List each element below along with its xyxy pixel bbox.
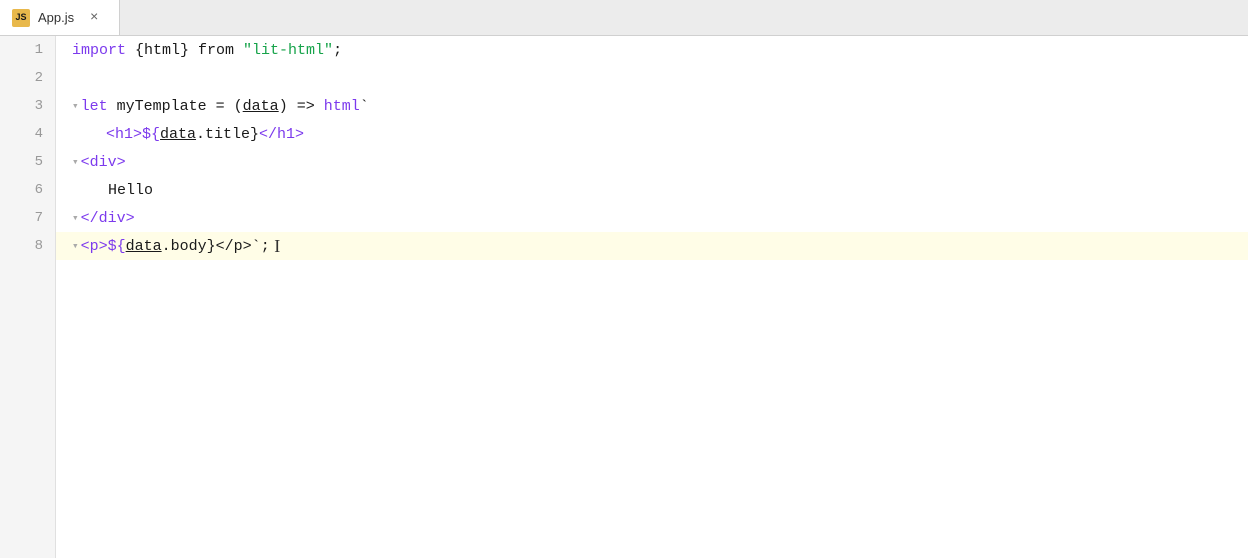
line-number-1: 1 bbox=[0, 36, 55, 64]
token-semi-8: ; bbox=[261, 238, 270, 255]
fold-arrow-3[interactable]: ▾ bbox=[72, 99, 79, 113]
token-p-open: <p>${ bbox=[81, 238, 126, 255]
line-number-4: 4 bbox=[0, 120, 55, 148]
token-div-open: <div> bbox=[81, 154, 126, 171]
token-data-body-ref: data bbox=[126, 238, 162, 255]
token-dot-body: .body}</p>` bbox=[162, 238, 261, 255]
code-line-5: ▾<div> bbox=[56, 148, 1248, 176]
fold-arrow-5[interactable]: ▾ bbox=[72, 155, 79, 169]
line-number-5: 5 bbox=[0, 148, 55, 176]
code-line-2 bbox=[56, 64, 1248, 92]
line-number-6: 6 bbox=[0, 176, 55, 204]
line-numbers-gutter: 1 2 3 4 5 6 7 8 bbox=[0, 36, 56, 558]
token-h1-open: <h1>${ bbox=[88, 126, 160, 143]
token-arrow: ) => bbox=[279, 98, 324, 115]
token-from: from bbox=[198, 42, 243, 59]
tab-close-button[interactable]: × bbox=[86, 10, 102, 26]
line-number-3: 3 bbox=[0, 92, 55, 120]
tab-bar: JS App.js × bbox=[0, 0, 1248, 36]
line-number-7: 7 bbox=[0, 204, 55, 232]
token-data-title-ref: data bbox=[160, 126, 196, 143]
token-semi-1: ; bbox=[333, 42, 342, 59]
code-line-7: ▾</div> bbox=[56, 204, 1248, 232]
code-line-4: <h1>${data.title}</h1> bbox=[56, 120, 1248, 148]
token-h1-close: </h1> bbox=[259, 126, 304, 143]
token-mytemplate: myTemplate = ( bbox=[117, 98, 243, 115]
js-icon-label: JS bbox=[15, 13, 26, 22]
editor-container: JS App.js × 1 2 3 4 5 6 7 8 import {html… bbox=[0, 0, 1248, 558]
code-line-1: import {html} from "lit-html"; bbox=[56, 36, 1248, 64]
token-div-close: </div> bbox=[81, 210, 135, 227]
token-html-tag: html bbox=[324, 98, 360, 115]
token-data-param: data bbox=[243, 98, 279, 115]
code-area: 1 2 3 4 5 6 7 8 import {html} from "lit-… bbox=[0, 36, 1248, 558]
line-number-8: 8 bbox=[0, 232, 55, 260]
token-backtick-3: ` bbox=[360, 98, 369, 115]
token-html-import: {html} bbox=[135, 42, 198, 59]
token-hello: Hello bbox=[72, 182, 153, 199]
js-file-icon: JS bbox=[12, 9, 30, 27]
token-let: let bbox=[81, 98, 117, 115]
tab-filename: App.js bbox=[38, 10, 74, 25]
line-number-2: 2 bbox=[0, 64, 55, 92]
text-cursor: I bbox=[270, 236, 281, 257]
file-tab[interactable]: JS App.js × bbox=[0, 0, 120, 35]
token-lit-html: "lit-html" bbox=[243, 42, 333, 59]
code-line-8: ▾<p>${data.body}</p>`; I bbox=[56, 232, 1248, 260]
code-line-3: ▾let myTemplate = (data) => html` bbox=[56, 92, 1248, 120]
fold-arrow-8[interactable]: ▾ bbox=[72, 239, 79, 253]
token-import: import bbox=[72, 42, 135, 59]
token-dot-title: .title} bbox=[196, 126, 259, 143]
fold-arrow-7[interactable]: ▾ bbox=[72, 211, 79, 225]
code-editor[interactable]: import {html} from "lit-html"; ▾let myTe… bbox=[56, 36, 1248, 558]
code-line-6: Hello bbox=[56, 176, 1248, 204]
